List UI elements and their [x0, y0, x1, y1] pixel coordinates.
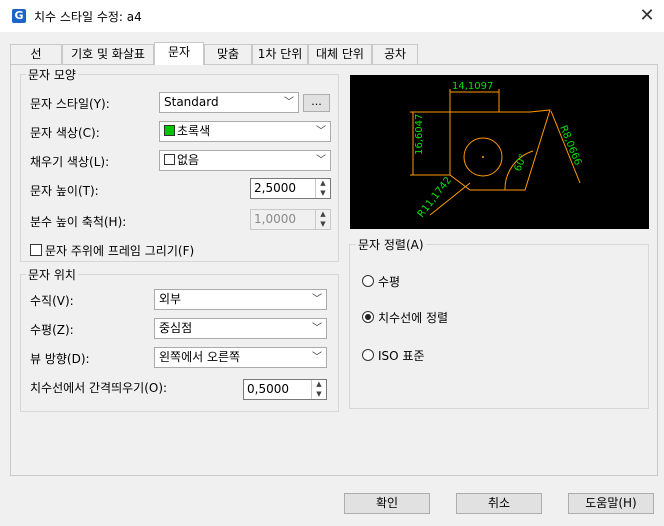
- text-color-label: 문자 색상(C):: [30, 126, 100, 140]
- tab-primary-units[interactable]: 1차 단위: [252, 44, 308, 64]
- app-logo-icon: G: [12, 9, 26, 23]
- preview-center-mark: [482, 156, 484, 158]
- text-style-label: 문자 스타일(Y):: [30, 97, 110, 111]
- cancel-button[interactable]: 취소: [456, 493, 542, 514]
- text-color-swatch: [164, 125, 175, 136]
- text-style-select[interactable]: Standard ﹀: [159, 92, 299, 113]
- text-height-stepper[interactable]: ▲ ▼: [315, 179, 330, 198]
- offset-stepper[interactable]: ▲ ▼: [311, 380, 326, 399]
- vertical-select[interactable]: 외부 ﹀: [154, 289, 327, 310]
- chevron-down-icon: ﹀: [312, 294, 322, 305]
- fraction-scale-label: 분수 높이 축척(H):: [30, 215, 127, 229]
- chevron-down-icon: ﹀: [284, 97, 294, 108]
- preview-dim-text: 60°: [513, 153, 530, 174]
- fill-color-label: 채우기 색상(L):: [30, 155, 110, 169]
- fraction-scale-stepper: ▲ ▼: [315, 210, 330, 229]
- frame-label: 문자 주위에 프레임 그리기(F): [45, 244, 195, 258]
- chevron-down-icon: ﹀: [312, 323, 322, 334]
- vertical-label: 수직(V):: [30, 294, 74, 308]
- tab-text[interactable]: 문자: [154, 42, 204, 65]
- horizontal-value: 중심점: [159, 321, 193, 335]
- offset-value: 0,5000: [247, 382, 289, 396]
- vertical-value: 외부: [159, 292, 182, 306]
- fill-color-select[interactable]: 없음 ﹀: [159, 150, 331, 171]
- chevron-down-icon: ﹀: [316, 155, 326, 166]
- text-height-value: 2,5000: [254, 181, 296, 195]
- spin-up-icon[interactable]: ▲: [316, 179, 330, 189]
- text-height-input[interactable]: 2,5000 ▲ ▼: [250, 178, 331, 199]
- horizontal-label: 수평(Z):: [30, 323, 74, 337]
- preview-drawing: 14,1097 16,6047 R11,1742 60° R8,0666: [410, 81, 583, 220]
- ok-button[interactable]: 확인: [344, 493, 430, 514]
- preview-dim-text: 16,6047: [414, 114, 425, 155]
- tab-tolerances[interactable]: 공차: [372, 44, 418, 64]
- text-appearance-title: 문자 모양: [26, 66, 78, 83]
- preview-dim-text: R11,1742: [416, 175, 454, 220]
- preview-dim-text: R8,0666: [557, 124, 583, 167]
- text-height-label: 문자 높이(T):: [30, 184, 99, 198]
- spin-down-icon[interactable]: ▼: [312, 390, 326, 400]
- fill-color-swatch: [164, 154, 175, 165]
- text-style-browse-button[interactable]: ...: [303, 94, 330, 112]
- fill-color-value: 없음: [177, 153, 200, 167]
- offset-input[interactable]: 0,5000 ▲ ▼: [243, 379, 327, 400]
- radio-horizontal[interactable]: [362, 275, 374, 287]
- view-direction-select[interactable]: 왼쪽에서 오른쪽 ﹀: [154, 347, 327, 368]
- view-direction-value: 왼쪽에서 오른쪽: [159, 350, 241, 364]
- radio-aligned-with-dim-line[interactable]: [362, 311, 374, 323]
- text-alignment-group: [349, 244, 649, 409]
- view-direction-label: 뷰 방향(D):: [30, 352, 90, 366]
- frame-checkbox[interactable]: [30, 244, 42, 256]
- spin-down-icon: ▼: [320, 219, 326, 228]
- spin-up-icon[interactable]: ▲: [312, 380, 326, 390]
- fraction-scale-value: 1,0000: [254, 212, 296, 226]
- text-alignment-title: 문자 정렬(A): [356, 236, 426, 253]
- fraction-scale-input: 1,0000 ▲ ▼: [250, 209, 331, 230]
- offset-label: 치수선에서 간격띄우기(O):: [30, 381, 168, 395]
- radio-iso-standard[interactable]: [362, 349, 374, 361]
- tab-symbols-arrows[interactable]: 기호 및 화살표: [62, 44, 154, 64]
- chevron-down-icon: ﹀: [312, 352, 322, 363]
- radio-aligned-label: 치수선에 정렬: [378, 311, 449, 325]
- spin-up-icon: ▲: [320, 210, 326, 218]
- text-color-value: 초록색: [177, 124, 211, 138]
- text-placement-title: 문자 위치: [26, 266, 78, 283]
- help-button[interactable]: 도움말(H): [568, 493, 654, 514]
- text-color-select[interactable]: 초록색 ﹀: [159, 121, 331, 142]
- text-style-value: Standard: [164, 95, 219, 109]
- horizontal-select[interactable]: 중심점 ﹀: [154, 318, 327, 339]
- tab-alternate-units[interactable]: 대체 단위: [308, 44, 372, 64]
- close-icon[interactable]: ✕: [636, 5, 658, 27]
- radio-iso-label: ISO 표준: [378, 349, 425, 363]
- tab-lines[interactable]: 선: [10, 44, 62, 64]
- window-title: 치수 스타일 수정: a4: [34, 10, 142, 24]
- tab-fit[interactable]: 맞춤: [204, 44, 252, 64]
- dimension-preview: 14,1097 16,6047 R11,1742 60° R8,0666: [350, 75, 649, 229]
- chevron-down-icon: ﹀: [316, 126, 326, 137]
- preview-dim-text: 14,1097: [452, 81, 493, 92]
- radio-horizontal-label: 수평: [378, 275, 401, 289]
- spin-down-icon[interactable]: ▼: [316, 189, 330, 199]
